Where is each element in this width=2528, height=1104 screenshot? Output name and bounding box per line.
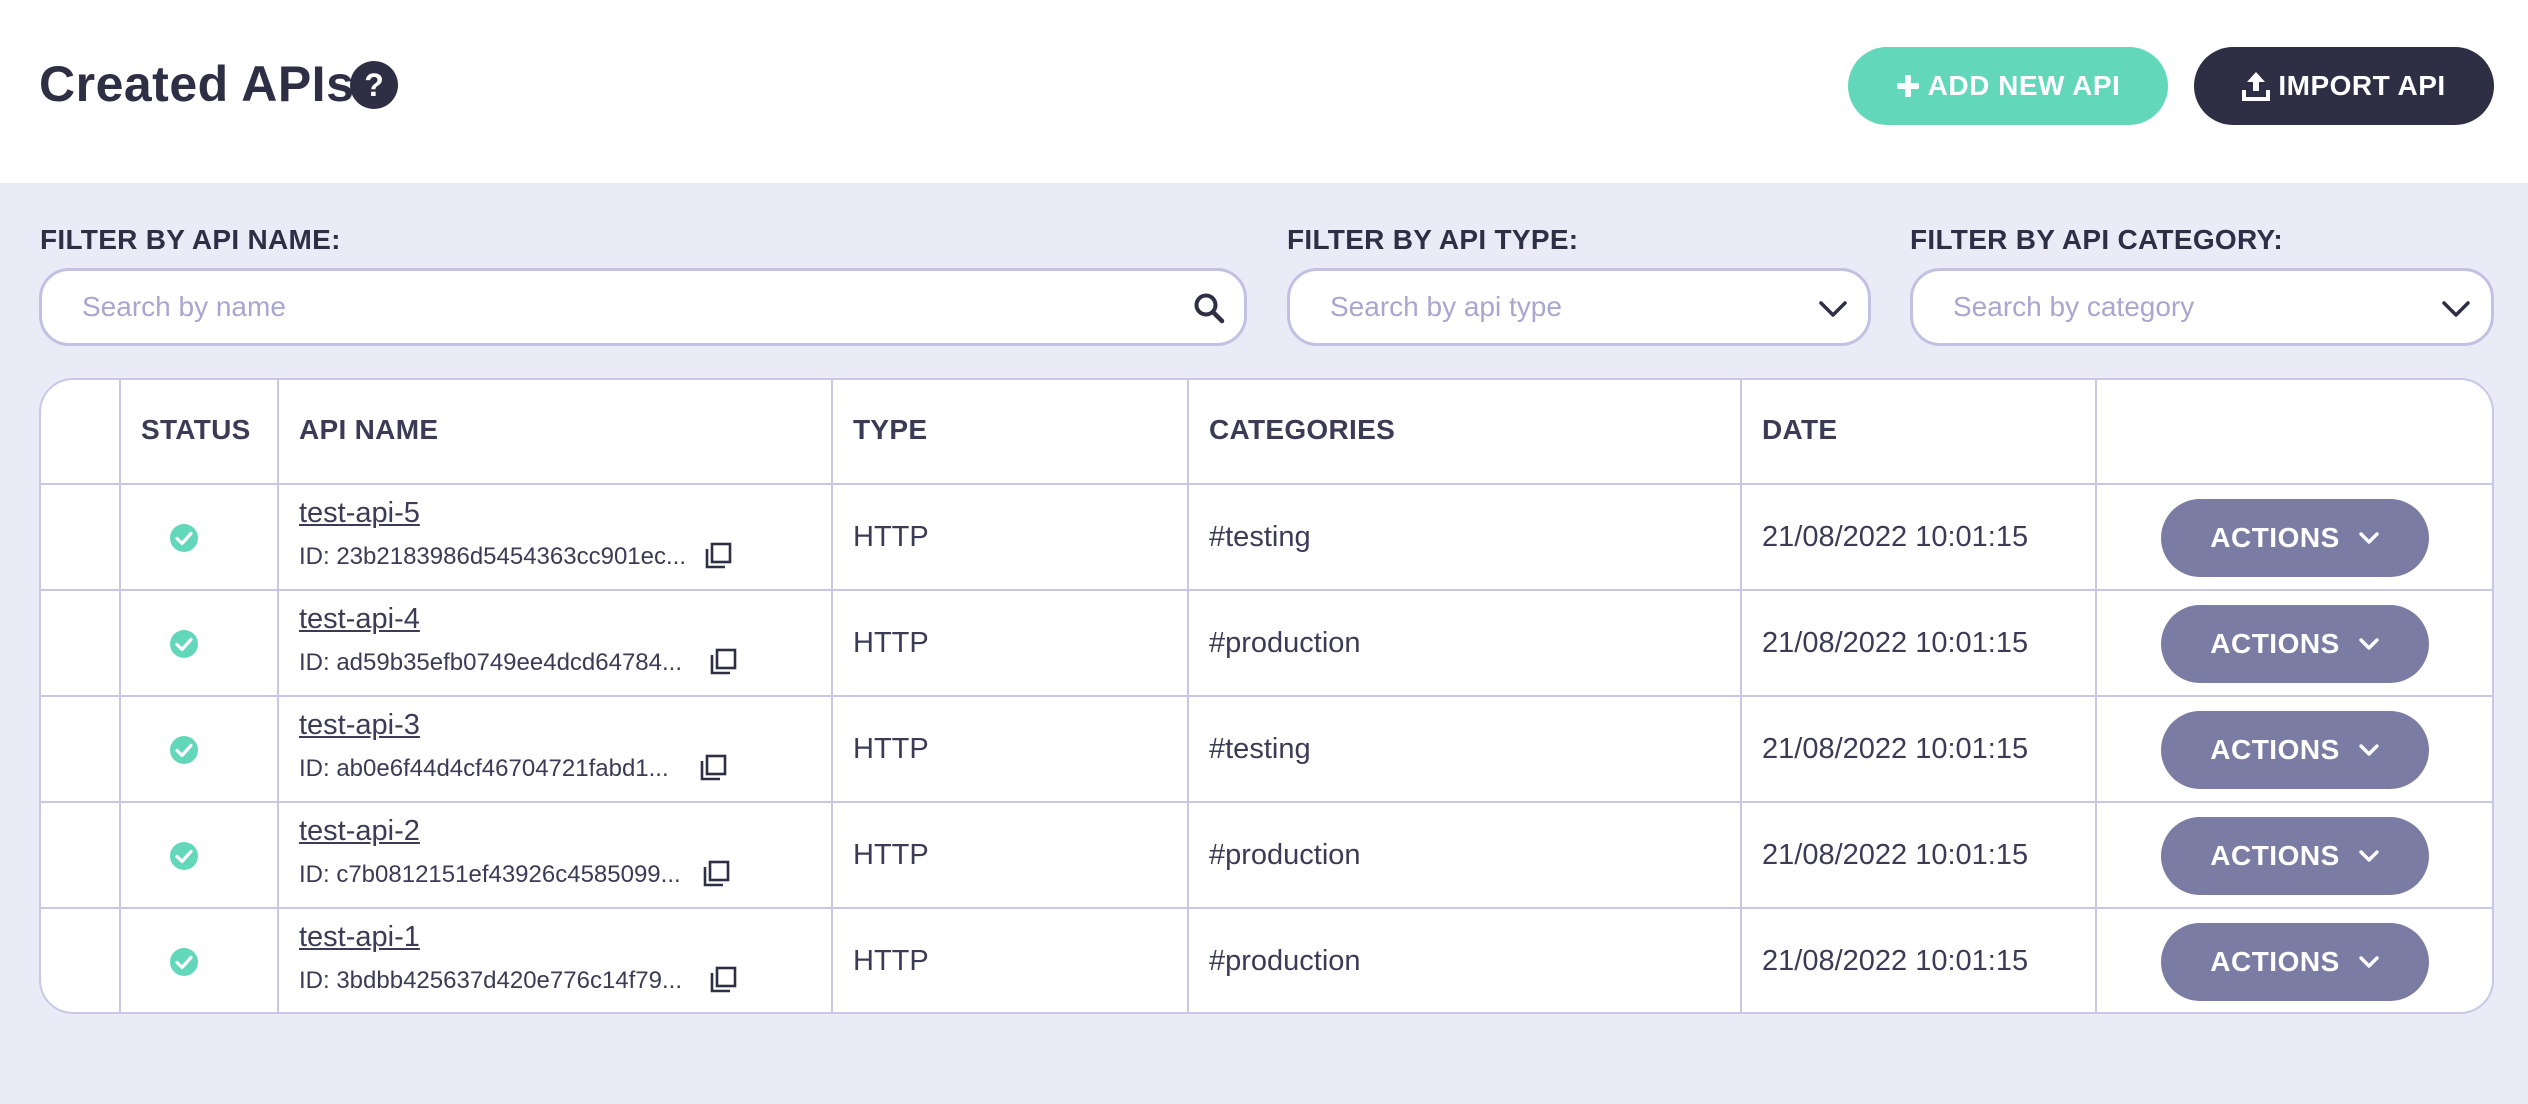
category-filter[interactable] [1910,268,2494,346]
chevron-down-icon [2359,532,2379,544]
actions-label: ACTIONS [2210,840,2340,871]
name-filter [39,268,1247,346]
check-circle-icon [170,842,198,870]
search-icon[interactable] [1192,291,1226,325]
api-name-link[interactable]: test-api-5 [299,497,420,530]
api-date: 21/08/2022 10:01:15 [1762,521,2029,553]
actions-button[interactable]: ACTIONS [2161,499,2429,577]
chevron-down-icon[interactable] [2439,291,2473,325]
table-row: test-api-2 ID: c7b0812151ef43926c4585099.… [41,803,2492,909]
api-name-link[interactable]: test-api-3 [299,709,420,742]
add-new-api-button[interactable]: ADD NEW API [1848,47,2168,125]
import-api-label: IMPORT API [2278,70,2446,101]
plus-icon [1896,75,1919,97]
api-category: #production [1209,627,1361,659]
actions-button[interactable]: ACTIONS [2161,817,2429,895]
api-name-link[interactable]: test-api-1 [299,921,420,954]
chevron-down-icon[interactable] [1816,291,1850,325]
question-circle-icon[interactable]: ? [350,61,398,109]
search-name-input[interactable] [82,271,1174,343]
api-id: ID: 3bdbb425637d420e776c14f79... [299,967,683,994]
check-circle-icon [170,524,198,552]
api-name-link[interactable]: test-api-4 [299,603,420,636]
table-row: test-api-3 ID: ab0e6f44d4cf46704721fabd1.… [41,697,2492,803]
add-new-api-label: ADD NEW API [1927,70,2121,101]
api-type: HTTP [853,733,929,765]
api-date: 21/08/2022 10:01:15 [1762,945,2029,977]
filter-category-label: FILTER BY API CATEGORY: [1910,224,2283,255]
actions-label: ACTIONS [2210,628,2340,659]
api-type: HTTP [853,839,929,871]
check-circle-icon [170,948,198,976]
type-filter[interactable] [1287,268,1871,346]
actions-button[interactable]: ACTIONS [2161,605,2429,683]
copy-icon[interactable] [708,647,738,677]
column-header-type: TYPE [853,414,928,445]
table-row: test-api-4 ID: ad59b35efb0749ee4dcd64784.… [41,591,2492,697]
api-type: HTTP [853,945,929,977]
api-category: #production [1209,945,1361,977]
upload-icon [2242,72,2271,101]
api-id: ID: c7b0812151ef43926c4585099... [299,861,681,888]
copy-icon[interactable] [698,753,728,783]
column-header-date: DATE [1762,414,1838,445]
api-id: ID: ab0e6f44d4cf46704721fabd1... [299,755,669,782]
api-type: HTTP [853,627,929,659]
chevron-down-icon [2359,638,2379,650]
page-title: Created APIs [39,56,355,112]
api-category: #testing [1209,521,1311,553]
table-row: test-api-5 ID: 23b2183986d5454363cc901ec.… [41,485,2492,591]
copy-icon[interactable] [701,859,731,889]
copy-icon[interactable] [703,541,733,571]
api-date: 21/08/2022 10:01:15 [1762,733,2029,765]
api-id: ID: ad59b35efb0749ee4dcd64784... [299,649,683,676]
check-circle-icon [170,630,198,658]
actions-button[interactable]: ACTIONS [2161,923,2429,1001]
copy-icon[interactable] [708,965,738,995]
chevron-down-icon [2359,956,2379,968]
check-circle-icon [170,736,198,764]
api-date: 21/08/2022 10:01:15 [1762,839,2029,871]
actions-label: ACTIONS [2210,946,2340,977]
api-category: #production [1209,839,1361,871]
column-header-status: STATUS [141,414,251,445]
import-api-button[interactable]: IMPORT API [2194,47,2494,125]
api-table: STATUS API NAME TYPE CATEGORIES DATE tes… [39,378,2494,1014]
filter-type-label: FILTER BY API TYPE: [1287,224,1579,255]
search-category-input[interactable] [1953,271,2421,343]
api-name-link[interactable]: test-api-2 [299,815,420,848]
chevron-down-icon [2359,744,2379,756]
chevron-down-icon [2359,850,2379,862]
search-type-input[interactable] [1330,271,1798,343]
actions-label: ACTIONS [2210,734,2340,765]
api-type: HTTP [853,521,929,553]
actions-button[interactable]: ACTIONS [2161,711,2429,789]
column-header-categories: CATEGORIES [1209,414,1396,445]
filter-name-label: FILTER BY API NAME: [40,224,341,255]
api-id: ID: 23b2183986d5454363cc901ec... [299,543,686,570]
api-date: 21/08/2022 10:01:15 [1762,627,2029,659]
table-row: test-api-1 ID: 3bdbb425637d420e776c14f79.… [41,909,2492,1012]
page-header: Created APIs ? ADD NEW API IMPORT API [0,0,2528,183]
api-category: #testing [1209,733,1311,765]
column-header-api-name: API NAME [299,414,439,445]
actions-label: ACTIONS [2210,522,2340,553]
